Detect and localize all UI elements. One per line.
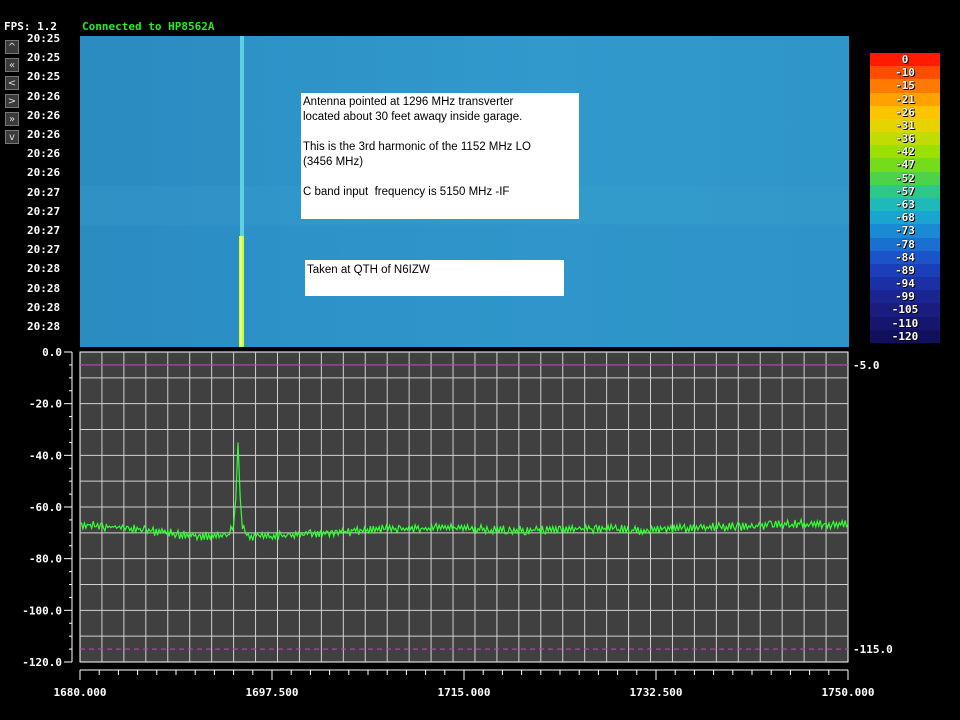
color-scale-label: -63 (870, 198, 940, 212)
time-label: 20:27 (27, 224, 61, 237)
time-label: 20:28 (27, 262, 61, 276)
time-label: 20:25 (27, 70, 61, 84)
signal-trace-core (240, 236, 242, 347)
scroll-prev-button[interactable]: < (5, 76, 19, 90)
color-scale-label: -78 (870, 237, 940, 251)
y-tick-label: -80.0 (29, 553, 62, 566)
connection-status: Connected to HP8562A (82, 20, 215, 33)
annotation-note-2: Taken at QTH of N6IZW (305, 260, 564, 296)
color-scale-label: -110 (870, 316, 940, 330)
color-scale-label: -94 (870, 277, 940, 291)
time-label: 20:26 (27, 128, 61, 141)
color-scale-label: -84 (870, 250, 940, 264)
time-label: 20:26 (27, 89, 61, 103)
y-tick-label: 0.0 (42, 346, 62, 359)
time-label: 20:26 (27, 108, 61, 122)
note-line: Antenna pointed at 1296 MHz transverter (303, 96, 514, 108)
note-line: located about 30 feet awaqy inside garag… (303, 111, 523, 123)
x-tick-label: 1697.500 (246, 686, 299, 699)
time-label: 20:26 (27, 166, 61, 180)
reference-line-label: -5.0 (853, 359, 880, 372)
note-line: (3456 MHz) (303, 156, 364, 168)
y-tick-label: -120.0 (22, 656, 62, 669)
y-tick-label: -40.0 (29, 449, 62, 462)
x-tick-label: 1750.000 (822, 686, 875, 699)
time-label: 20:28 (27, 300, 61, 314)
x-axis: 1680.000 1697.500 1715.000 1732.500 1750.000 (54, 669, 875, 699)
color-scale-label: -47 (870, 158, 940, 172)
color-scale-label: -36 (870, 132, 940, 146)
scroll-up-button[interactable]: ^ (5, 40, 19, 54)
time-label: 20:26 (27, 147, 61, 161)
color-scale-label: -57 (870, 184, 940, 198)
color-scale-label: -42 (870, 145, 940, 159)
spectrum-plot[interactable]: -5.0 -115.0 0.0 -20.0 -40.0 -60.0 -80.0 -100.0… (0, 340, 960, 720)
note-line (303, 170, 577, 185)
signal-trace-faint (240, 36, 244, 236)
y-tick-label: -20.0 (29, 398, 62, 411)
color-scale-label: -68 (870, 211, 940, 225)
y-tick-label: -100.0 (22, 604, 62, 617)
color-scale-label: 0 (870, 53, 940, 67)
color-scale-bar: 0 -10 -15 -21 -26 -31 -36 -42 -47 -52 -57 -63 -68 -73… (870, 53, 940, 343)
color-scale-label: -10 (870, 66, 940, 80)
time-label: 20:25 (27, 32, 61, 45)
reference-line-label: -115.0 (853, 643, 893, 656)
annotation-note-1: Antenna pointed at 1296 MHz transverter … (301, 93, 579, 219)
color-scale-label: -99 (870, 290, 940, 304)
color-scale-label: -15 (870, 79, 940, 93)
color-scale-label: -31 (870, 118, 940, 133)
scroll-next-button[interactable]: > (5, 94, 19, 108)
time-label: 20:27 (27, 185, 61, 199)
time-label: 20:27 (27, 204, 61, 218)
y-tick-label: -60.0 (29, 501, 62, 514)
note-line: This is the 3rd harmonic of the 1152 MHz… (303, 141, 531, 153)
time-label: 20:25 (27, 51, 61, 65)
note-line (303, 125, 577, 140)
x-tick-label: 1680.000 (54, 686, 107, 699)
x-tick-label: 1715.000 (438, 686, 491, 699)
scroll-first-button[interactable]: « (5, 58, 19, 72)
color-scale-label: -21 (870, 92, 940, 106)
note-line: C band input frequency is 5150 MHz -IF (303, 186, 510, 198)
color-scale-label: -89 (870, 263, 940, 278)
time-label: 20:28 (27, 320, 61, 333)
time-label: 20:28 (27, 281, 61, 295)
color-scale-label: -52 (870, 171, 940, 185)
scroll-last-button[interactable]: » (5, 112, 19, 126)
color-scale-label: -26 (870, 105, 940, 119)
x-tick-label: 1732.500 (630, 686, 683, 699)
color-scale-label: -105 (870, 303, 940, 317)
time-label: 20:27 (27, 243, 61, 257)
note-line: Taken at QTH of N6IZW (307, 264, 430, 276)
color-scale-label: -73 (870, 224, 940, 238)
y-axis: 0.0 -20.0 -40.0 -60.0 -80.0 -100.0 -120.0 (22, 346, 73, 669)
scroll-down-button[interactable]: v (5, 130, 19, 144)
